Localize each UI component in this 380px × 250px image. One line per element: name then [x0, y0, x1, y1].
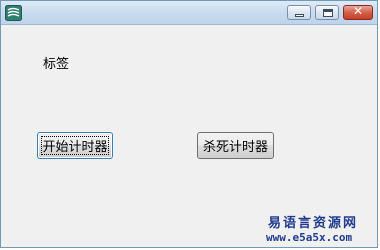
focus-rectangle: [41, 136, 109, 155]
maximize-button[interactable]: [315, 5, 339, 20]
title-bar[interactable]: ✕: [1, 1, 377, 25]
close-icon: ✕: [352, 4, 364, 18]
minimize-icon: [295, 14, 304, 17]
watermark-site-name: 易语言资源网: [268, 216, 359, 231]
close-button[interactable]: ✕: [343, 4, 373, 20]
minimize-button[interactable]: [287, 5, 311, 20]
kill-timer-label: 杀死计时器: [202, 140, 268, 155]
form-label: 标签: [43, 57, 70, 72]
app-logo-icon: [5, 5, 22, 21]
app-window: ✕ 标签 开始计时器 杀死计时器: [0, 0, 378, 248]
maximize-icon: [323, 9, 333, 17]
kill-timer-button[interactable]: 杀死计时器: [197, 132, 274, 159]
watermark-url: www.e5a5x.com: [266, 231, 353, 244]
start-timer-button[interactable]: 开始计时器: [37, 132, 113, 159]
